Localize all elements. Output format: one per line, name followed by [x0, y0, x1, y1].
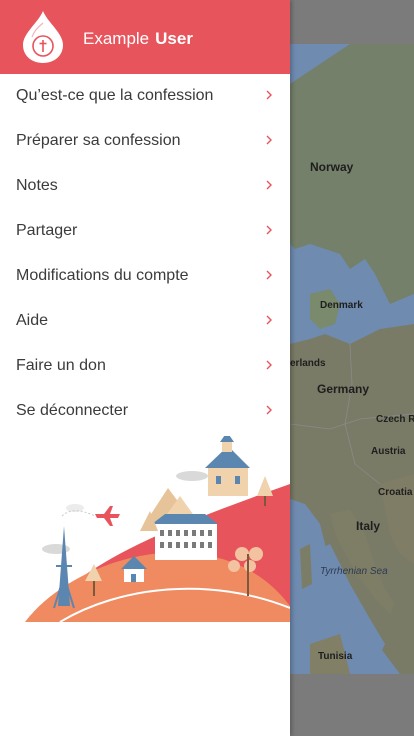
travel-illustration [25, 436, 290, 622]
menu-item-label: Se déconnecter [16, 402, 129, 419]
menu-item-label: Faire un don [16, 357, 106, 374]
chevron-right-icon [266, 405, 272, 415]
menu-item-label: Notes [16, 177, 58, 194]
map-label-netherlands: erlands [290, 358, 326, 369]
menu-item-notes[interactable]: Notes [0, 164, 290, 209]
user-last-name: User [155, 29, 193, 48]
map-label-italy: Italy [356, 519, 381, 533]
map-label-denmark: Denmark [320, 300, 363, 311]
menu-item-label: Modifications du compte [16, 267, 189, 284]
menu-item-help[interactable]: Aide [0, 299, 290, 344]
chevron-right-icon [266, 360, 272, 370]
menu-item-label: Aide [16, 312, 49, 329]
drop-logo-icon [23, 11, 63, 63]
chevron-right-icon [266, 180, 272, 190]
menu-item-account-settings[interactable]: Modifications du compte [0, 254, 290, 299]
map-label-germany: Germany [317, 382, 370, 396]
user-name[interactable]: Example User [83, 29, 193, 49]
map-label-norway: Norway [310, 160, 354, 174]
chevron-right-icon [266, 315, 272, 325]
map-label-tyrrhenian-sea: Tyrrhenian Sea [320, 566, 388, 577]
menu-item-what-is-confession[interactable]: Qu’est-ce que la confession [0, 74, 290, 119]
map-view[interactable]: Norway Denmark erlands Germany Czech R A… [290, 44, 414, 674]
menu-item-logout[interactable]: Se déconnecter [0, 389, 290, 434]
map-label-czech: Czech R [376, 414, 414, 425]
chevron-right-icon [266, 225, 272, 235]
user-first-name: Example [83, 29, 150, 48]
menu-item-prepare-confession[interactable]: Préparer sa confession [0, 119, 290, 164]
menu-item-share[interactable]: Partager [0, 209, 290, 254]
map-label-austria: Austria [371, 446, 406, 457]
chevron-right-icon [266, 135, 272, 145]
menu-item-label: Qu’est-ce que la confession [16, 87, 214, 104]
drawer-menu: Qu’est-ce que la confession Préparer sa … [0, 74, 290, 434]
menu-item-donate[interactable]: Faire un don [0, 344, 290, 389]
menu-item-label: Préparer sa confession [16, 132, 181, 149]
menu-item-label: Partager [16, 222, 78, 239]
map-label-tunisia: Tunisia [318, 651, 353, 662]
map-label-croatia: Croatia [378, 487, 413, 498]
chevron-right-icon [266, 90, 272, 100]
navigation-drawer: Example User Qu’est-ce que la confession … [0, 0, 290, 736]
chevron-right-icon [266, 270, 272, 280]
drawer-header: Example User [0, 0, 290, 74]
